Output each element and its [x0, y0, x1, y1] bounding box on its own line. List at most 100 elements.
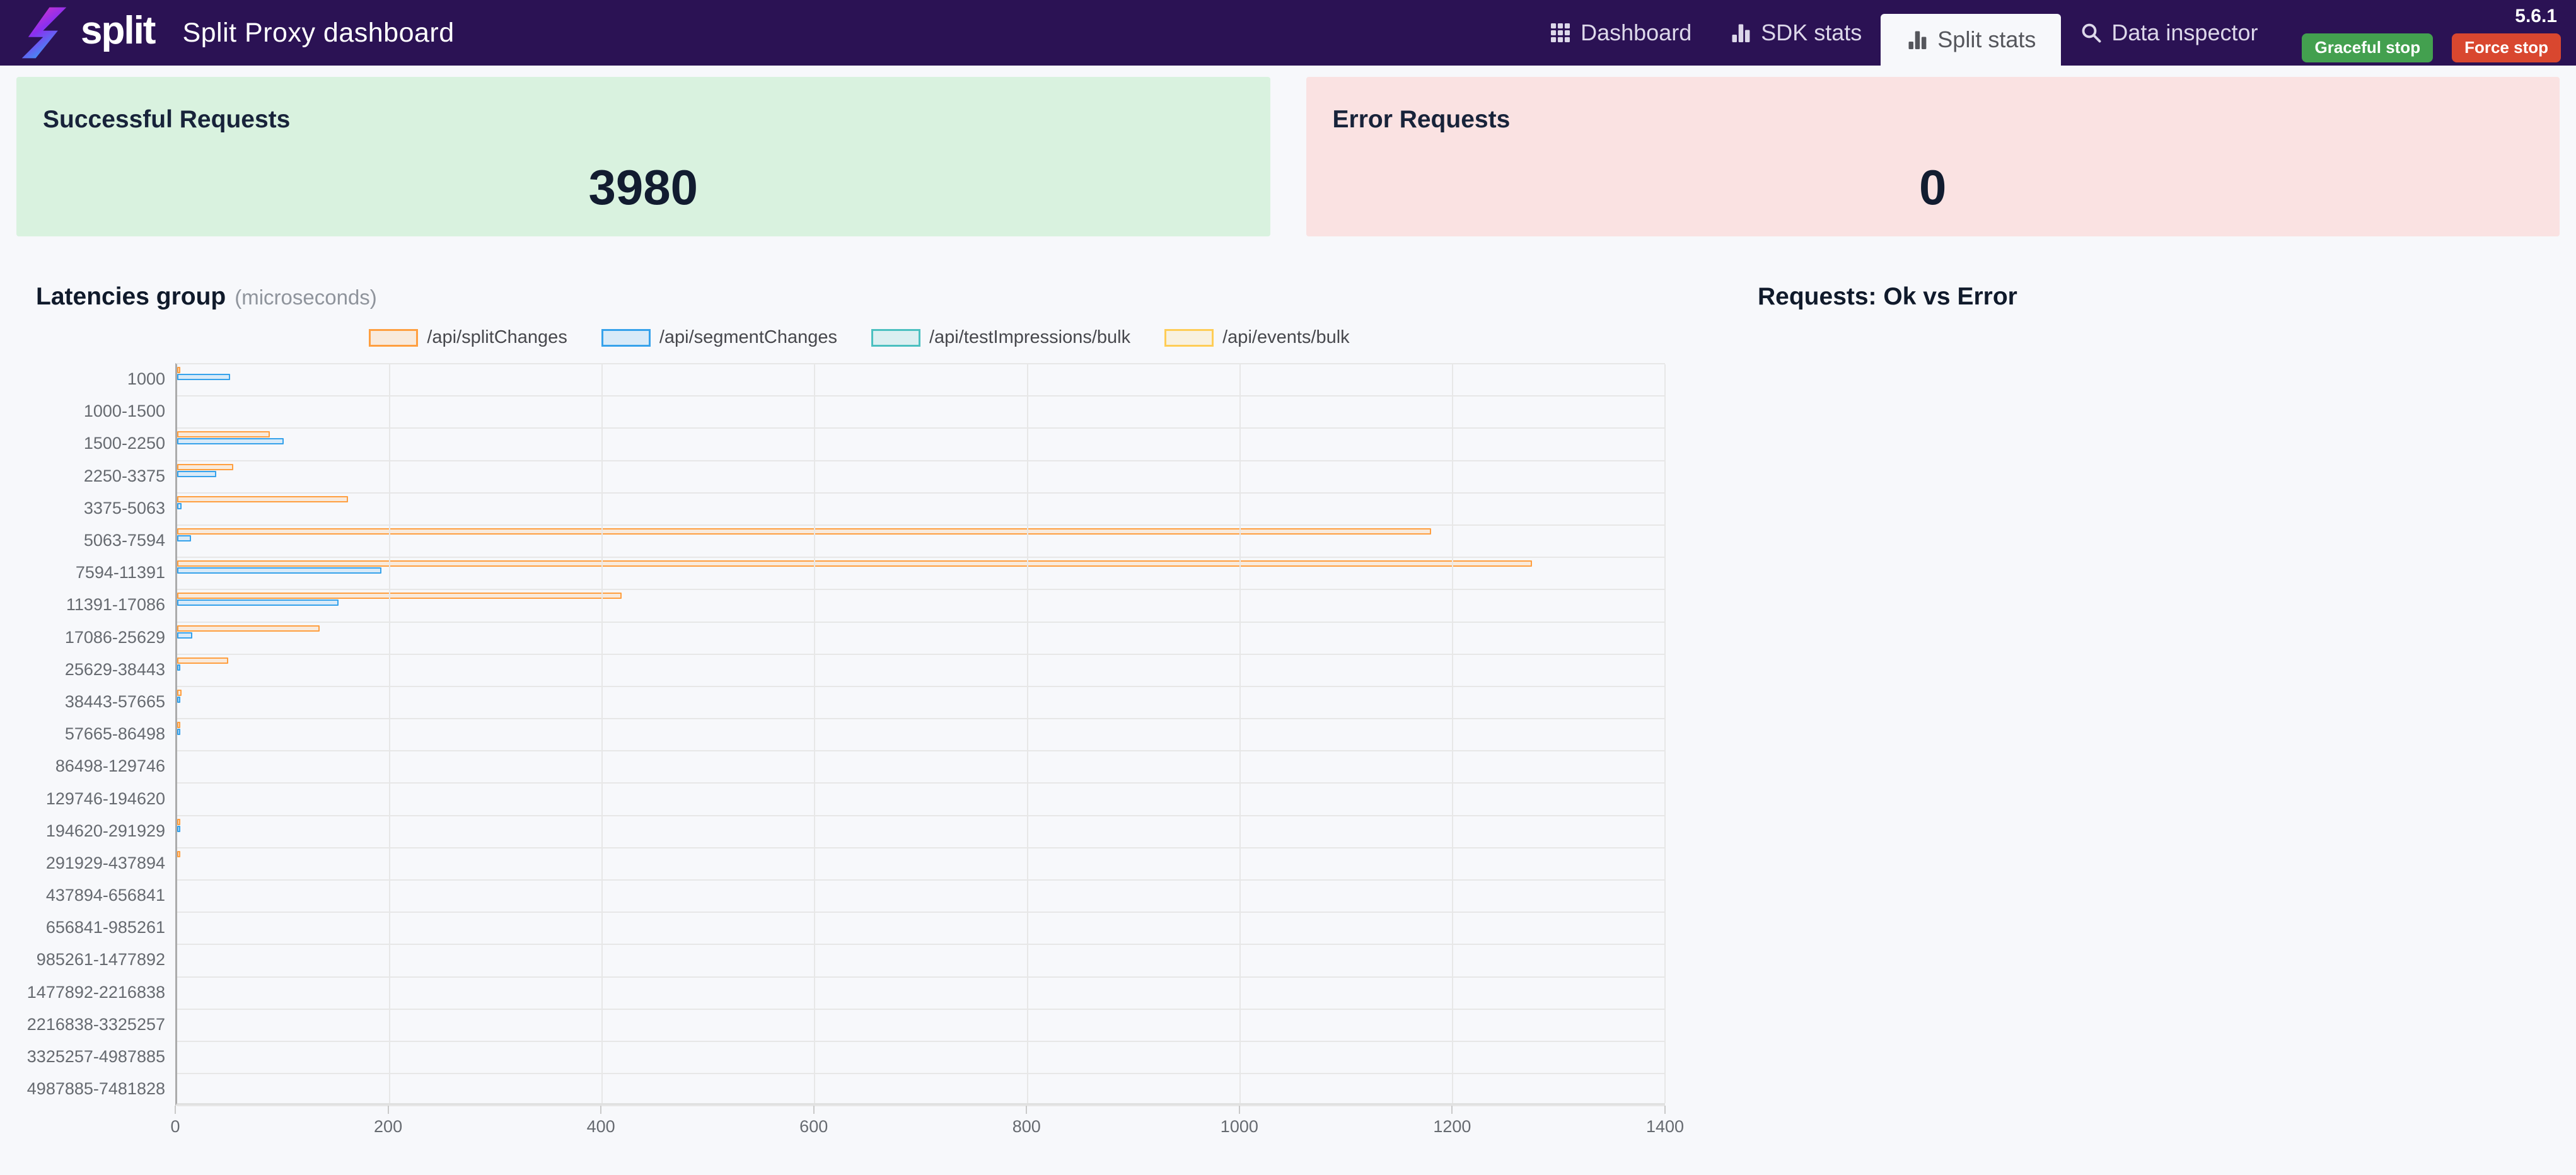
- legend-label: /api/segmentChanges: [659, 327, 837, 347]
- bar--api-splitChanges: [177, 850, 180, 857]
- x-axis-tick: [600, 1106, 602, 1114]
- legend-item: /api/testImpressions/bulk: [871, 327, 1130, 348]
- gridline-vertical: [1451, 364, 1453, 1103]
- y-axis-label: 985261-1477892: [36, 950, 165, 970]
- y-axis-label: 656841-985261: [45, 918, 165, 937]
- successful-requests-label: Successful Requests: [43, 106, 291, 133]
- gridline-vertical: [389, 364, 391, 1103]
- legend-swatch: [601, 328, 651, 347]
- legend-label: /api/testImpressions/bulk: [929, 327, 1131, 347]
- x-axis-label: 400: [586, 1117, 615, 1136]
- x-axis-tick: [1238, 1106, 1240, 1114]
- x-axis-label: 200: [374, 1117, 403, 1136]
- bar--api-segmentChanges: [177, 438, 284, 445]
- legend-swatch: [871, 328, 920, 347]
- chart-row: [177, 687, 1665, 720]
- bar--api-splitChanges: [177, 560, 1533, 567]
- bar--api-splitChanges: [177, 722, 180, 729]
- chart-row: [177, 364, 1665, 397]
- y-axis-label: 3375-5063: [83, 498, 165, 518]
- charts-section: Latencies group (microseconds) /api/spli…: [0, 283, 2576, 1143]
- bar--api-segmentChanges: [177, 599, 339, 606]
- chart-row: [177, 526, 1665, 559]
- x-axis-label: 1200: [1433, 1117, 1471, 1136]
- stat-cards: Successful Requests 3980 Error Requests …: [16, 77, 2560, 236]
- x-axis-tick: [175, 1106, 176, 1114]
- chart-row: [177, 590, 1665, 623]
- gridline-vertical: [814, 364, 816, 1103]
- bar--api-segmentChanges: [177, 470, 217, 477]
- chart-row: [177, 978, 1665, 1010]
- bar--api-splitChanges: [177, 625, 320, 632]
- y-axis-label: 2216838-3325257: [26, 1014, 165, 1034]
- bar--api-splitChanges: [177, 495, 349, 502]
- nav-item-sdk-stats[interactable]: SDK stats: [1710, 0, 1881, 66]
- latencies-chart: 1000 1000-1500 1500-2250 2250-3375 3375-5063…: [16, 363, 1702, 1107]
- legend-label: /api/events/bulk: [1222, 327, 1350, 347]
- x-axis-tick: [1451, 1106, 1453, 1114]
- nav-item-dashboard[interactable]: Dashboard: [1530, 0, 1710, 66]
- main-nav: Dashboard SDK stats Split stats Data ins…: [1530, 0, 2277, 66]
- split-logo: split: [18, 6, 156, 59]
- nav-item-data-inspector[interactable]: Data inspector: [2061, 0, 2277, 66]
- bar--api-segmentChanges: [177, 567, 381, 574]
- x-axis-tick: [813, 1106, 815, 1114]
- gridline-vertical: [1664, 364, 1666, 1103]
- bar-chart-icon: [1906, 28, 1929, 51]
- chart-row: [177, 816, 1665, 848]
- y-axis-label: 1000-1500: [83, 402, 165, 421]
- error-requests-value: 0: [1919, 159, 1947, 215]
- chart-row: [177, 494, 1665, 526]
- y-axis-label: 129746-194620: [45, 789, 165, 808]
- x-axis-tick: [387, 1106, 389, 1114]
- legend-swatch: [1164, 328, 1214, 347]
- y-axis-label: 194620-291929: [45, 821, 165, 840]
- navbar: split Split Proxy dashboard Dashboard SD…: [0, 0, 2576, 66]
- bar--api-splitChanges: [177, 593, 622, 599]
- bar--api-splitChanges: [177, 818, 180, 825]
- chart-row: [177, 945, 1665, 978]
- y-axis-label: 57665-86498: [64, 724, 165, 744]
- bar--api-segmentChanges: [177, 535, 191, 541]
- page-title: Split Proxy dashboard: [182, 17, 455, 48]
- legend-item: /api/splitChanges: [369, 327, 567, 348]
- y-axis-label: 7594-11391: [75, 563, 165, 582]
- chart-row: [177, 848, 1665, 881]
- y-axis-label: 2250-3375: [83, 466, 165, 485]
- bar--api-splitChanges: [177, 367, 180, 373]
- x-axis-label: 800: [1012, 1117, 1041, 1136]
- legend-item: /api/segmentChanges: [601, 327, 837, 348]
- latencies-title: Latencies group: [36, 283, 226, 310]
- y-axis-label: 1000: [127, 369, 165, 389]
- bar--api-splitChanges: [177, 657, 228, 664]
- grid-icon: [1549, 21, 1572, 44]
- legend-swatch: [369, 328, 419, 347]
- chart-row: [177, 1074, 1665, 1107]
- nav-item-label: SDK stats: [1761, 20, 1862, 45]
- y-axis-label: 437894-656841: [45, 886, 165, 905]
- y-axis-label: 4987885-7481828: [26, 1079, 165, 1099]
- bar-chart-icon: [1729, 21, 1752, 44]
- y-axis-label: 17086-25629: [64, 627, 165, 647]
- requests-title: Requests: Ok vs Error: [1758, 283, 2017, 310]
- brand-wordmark: split: [81, 9, 156, 52]
- y-axis-label: 25629-38443: [64, 659, 165, 679]
- x-axis-tick: [1026, 1106, 1028, 1114]
- bar--api-splitChanges: [177, 431, 270, 438]
- bar--api-segmentChanges: [177, 825, 180, 832]
- y-axis-label: 11391-17086: [66, 595, 165, 615]
- x-axis-label: 1400: [1645, 1117, 1685, 1136]
- gridline-vertical: [1026, 364, 1028, 1103]
- gridline-vertical: [601, 364, 603, 1103]
- navbar-right: 5.6.1 Graceful stop Force stop: [2302, 3, 2561, 62]
- requests-chart-section: Requests: Ok vs Error: [1702, 283, 2576, 1143]
- graceful-stop-button[interactable]: Graceful stop: [2302, 33, 2434, 62]
- x-axis-tick: [1664, 1106, 1666, 1114]
- chart-row: [177, 1010, 1665, 1042]
- x-axis-label: 600: [799, 1117, 828, 1136]
- chart-row: [177, 1042, 1665, 1075]
- y-axis-label: 1500-2250: [83, 434, 165, 453]
- latencies-xaxis: 0 200 400 600 800 1000 1200 1400: [170, 1106, 1684, 1143]
- nav-item-split-stats[interactable]: Split stats: [1881, 14, 2062, 66]
- force-stop-button[interactable]: Force stop: [2452, 33, 2561, 62]
